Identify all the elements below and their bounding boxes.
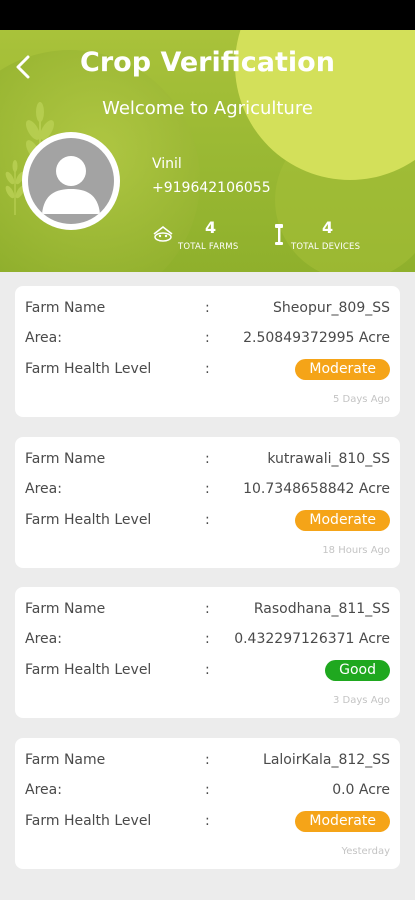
user-name: Vinil [152, 156, 182, 172]
health-label: Farm Health Level [25, 512, 152, 528]
area-label: Area: [25, 330, 62, 346]
health-label: Farm Health Level [25, 813, 152, 829]
farm-card[interactable]: Farm Name : Rasodhana_811_SS Area: : 0.4… [15, 587, 400, 718]
area-value: 0.0 Acre [332, 782, 390, 798]
farm-name-label: Farm Name [25, 752, 106, 768]
farm-name-value: kutrawali_810_SS [267, 451, 390, 467]
timestamp: Yesterday [341, 846, 390, 857]
area-label: Area: [25, 631, 62, 647]
area-value: 10.7348658842 Acre [243, 481, 390, 497]
health-label: Farm Health Level [25, 662, 152, 678]
farm-name-value: LaloirKala_812_SS [263, 752, 390, 768]
farm-icon [153, 225, 173, 242]
area-label: Area: [25, 481, 62, 497]
farm-name-label: Farm Name [25, 451, 106, 467]
total-farms-count: 4 [205, 218, 217, 237]
health-badge: Good [325, 660, 390, 681]
total-farms-label: TOTAL FARMS [178, 242, 239, 252]
health-badge: Moderate [295, 811, 390, 832]
page-title: Crop Verification [80, 47, 335, 78]
farm-name-label: Farm Name [25, 601, 106, 617]
farm-name-label: Farm Name [25, 300, 106, 316]
health-label: Farm Health Level [25, 361, 152, 377]
timestamp: 18 Hours Ago [322, 545, 390, 556]
farm-name-value: Rasodhana_811_SS [253, 601, 390, 617]
health-badge: Moderate [295, 359, 390, 380]
area-value: 0.432297126371 Acre [234, 631, 390, 647]
total-devices-label: TOTAL DEVICES [291, 242, 361, 252]
health-badge: Moderate [295, 510, 390, 531]
page-subtitle: Welcome to Agriculture [102, 98, 313, 119]
avatar[interactable] [22, 132, 120, 230]
user-icon [42, 156, 100, 214]
total-devices-count: 4 [322, 218, 334, 237]
device-icon [275, 224, 283, 245]
timestamp: 3 Days Ago [333, 695, 390, 706]
user-phone: +919642106055 [152, 180, 271, 196]
farm-name-value: Sheopur_809_SS [273, 300, 390, 316]
area-value: 2.50849372995 Acre [243, 330, 390, 346]
farm-card[interactable]: Farm Name : kutrawali_810_SS Area: : 10.… [15, 437, 400, 568]
status-bar [0, 0, 415, 30]
timestamp: 5 Days Ago [333, 394, 390, 405]
area-label: Area: [25, 782, 62, 798]
farm-card[interactable]: Farm Name : Sheopur_809_SS Area: : 2.508… [15, 286, 400, 417]
farm-card[interactable]: Farm Name : LaloirKala_812_SS Area: : 0.… [15, 738, 400, 869]
